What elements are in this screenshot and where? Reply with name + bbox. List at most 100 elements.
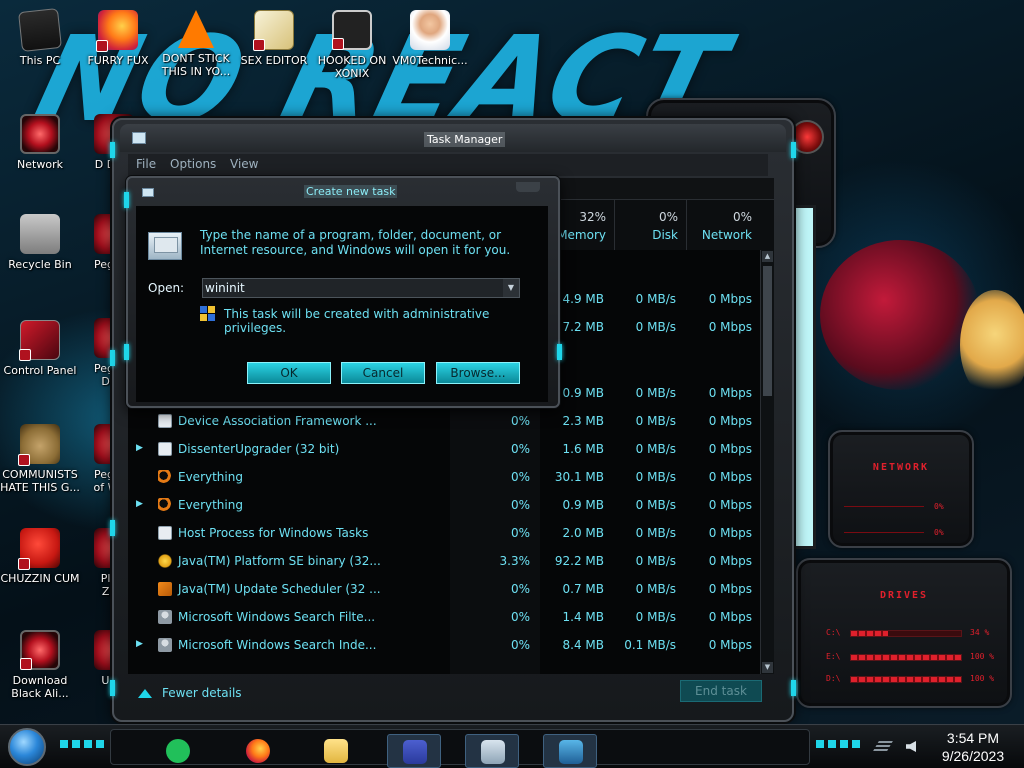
taskbar-item-run-dialog[interactable] <box>543 734 597 768</box>
dialog-titlebar[interactable]: Create new task <box>132 180 554 204</box>
network-graph-line <box>844 532 924 533</box>
table-row[interactable]: Java(TM) Update Scheduler (32 ... 0% 0.7… <box>128 576 760 604</box>
user-icon <box>158 638 172 652</box>
task-manager-footer: Fewer details End task <box>128 676 774 714</box>
disk-cell: 0.1 MB/s <box>624 638 676 652</box>
desktop-icon-furry-fux[interactable]: FURRY FUX <box>78 10 158 67</box>
technician-icon <box>410 10 450 50</box>
taskbar-item-file-explorer[interactable] <box>309 734 363 768</box>
shortcut-arrow-icon <box>19 349 31 361</box>
process-name: Host Process for Windows Tasks <box>178 526 369 540</box>
scroll-up-icon[interactable]: ▲ <box>762 251 773 262</box>
cpu-cell: 0% <box>510 638 530 652</box>
desktop-icon-hooked-on-xonix[interactable]: HOOKED ON XONIX <box>312 10 392 80</box>
scroll-down-icon[interactable]: ▼ <box>762 662 773 673</box>
network-cell: 0 Mbps <box>708 526 752 540</box>
taskbar-item-firefox[interactable] <box>231 734 285 768</box>
clock-date: 9/26/2023 <box>941 748 1005 764</box>
menu-file[interactable]: File <box>136 157 156 171</box>
run-program-icon <box>148 232 182 260</box>
close-icon[interactable] <box>516 182 540 192</box>
control-panel-icon <box>19 320 60 361</box>
process-name: Device Association Framework ... <box>178 414 377 428</box>
start-button[interactable] <box>8 728 46 766</box>
desktop-icon-this-pc[interactable]: This PC <box>0 8 80 67</box>
taskbar-item-sticky-notes[interactable] <box>151 734 205 768</box>
drive-usage-bar <box>850 676 962 683</box>
desktop-icon-sex-editor[interactable]: SEX EDITOR <box>234 10 314 67</box>
open-input[interactable] <box>205 280 497 296</box>
cpu-cell: 0% <box>510 470 530 484</box>
table-row[interactable]: ▶ Everything 0% 0.9 MB 0 MB/s 0 Mbps <box>128 492 760 520</box>
table-row[interactable]: Device Association Framework ... 0% 2.3 … <box>128 408 760 436</box>
desktop-icon-dont-stick[interactable]: DONT STICK THIS IN YO... <box>156 10 236 78</box>
shortcut-arrow-icon <box>96 40 108 52</box>
cancel-button[interactable]: Cancel <box>341 362 425 384</box>
process-name: Everything <box>178 470 243 484</box>
menu-view[interactable]: View <box>230 157 258 171</box>
create-new-task-dialog[interactable]: Create new task Type the name of a progr… <box>124 176 562 408</box>
network-icon <box>20 114 60 154</box>
dialog-title: Create new task <box>304 185 398 198</box>
network-percent: 0% <box>732 210 752 224</box>
memory-cell: 8.4 MB <box>562 638 604 652</box>
process-name: Java(TM) Update Scheduler (32 ... <box>178 582 381 596</box>
column-header-disk[interactable]: 0% Disk <box>614 200 686 250</box>
frame-accent <box>791 680 796 696</box>
network-gadget[interactable]: NETWORK 0% 0% <box>828 430 974 548</box>
column-header-network[interactable]: 0% Network <box>686 200 760 250</box>
network-gadget-value: 0% <box>934 528 944 537</box>
taskbar-decoration <box>816 740 862 748</box>
frame-accent <box>124 192 129 208</box>
frame-accent <box>791 142 796 158</box>
desktop-icon-label: This PC <box>19 54 61 67</box>
table-row[interactable]: Microsoft Windows Search Filte... 0% 1.4… <box>128 604 760 632</box>
drive-usage-label: 34 % <box>970 628 990 637</box>
chevron-down-icon[interactable]: ▼ <box>503 279 519 297</box>
browse-button[interactable]: Browse... <box>436 362 520 384</box>
fewer-details-button[interactable]: Fewer details <box>138 686 242 700</box>
this-pc-icon <box>18 8 62 52</box>
task-manager-icon <box>481 740 505 764</box>
network-cell: 0 Mbps <box>708 470 752 484</box>
ok-button[interactable]: OK <box>247 362 331 384</box>
firefox-icon <box>246 739 270 763</box>
scroll-thumb[interactable] <box>763 266 772 396</box>
java-update-icon <box>158 582 172 596</box>
expand-arrow-icon[interactable]: ▶ <box>136 443 143 453</box>
speaker-icon[interactable] <box>906 741 916 752</box>
task-manager-titlebar[interactable]: Task Manager <box>120 124 786 152</box>
table-row[interactable]: Java(TM) Platform SE binary (32... 3.3% … <box>128 548 760 576</box>
network-cell: 0 Mbps <box>708 292 752 306</box>
frame-accent <box>124 344 129 360</box>
desktop-icon-vm0technic[interactable]: VM0Technic... <box>390 10 470 67</box>
taskbar: 3:54 PM 9/26/2023 <box>0 724 1024 768</box>
memory-cell: 7.2 MB <box>562 320 604 334</box>
memory-cell: 2.0 MB <box>562 526 604 540</box>
cpu-cell: 0% <box>510 526 530 540</box>
taskbar-decoration <box>60 740 106 748</box>
table-row[interactable]: Host Process for Windows Tasks 0% 2.0 MB… <box>128 520 760 548</box>
menu-options[interactable]: Options <box>170 157 216 171</box>
table-row[interactable]: ▶ Microsoft Windows Search Inde... 0% 8.… <box>128 632 760 660</box>
expand-arrow-icon[interactable]: ▶ <box>136 639 143 649</box>
tray-overflow-icon[interactable] <box>873 741 893 751</box>
table-row[interactable]: ▶ DissenterUpgrader (32 bit) 0% 1.6 MB 0… <box>128 436 760 464</box>
taskbar-clock[interactable]: 3:54 PM 9/26/2023 <box>928 729 1018 765</box>
frame-accent <box>110 520 115 536</box>
taskbar-item-task-manager[interactable] <box>465 734 519 768</box>
open-combobox[interactable]: ▼ <box>202 278 520 298</box>
network-cell: 0 Mbps <box>708 554 752 568</box>
process-name: DissenterUpgrader (32 bit) <box>178 442 340 456</box>
process-list-scrollbar[interactable]: ▲ ▼ <box>760 250 774 674</box>
taskbar-item-card-app[interactable] <box>387 734 441 768</box>
expand-arrow-icon[interactable]: ▶ <box>136 499 143 509</box>
drive-letter: E:\ <box>826 652 841 661</box>
drive-letter: D:\ <box>826 674 841 683</box>
drives-gadget[interactable]: DRIVES C:\ 34 % E:\ 100 % D:\ 100 % <box>796 558 1012 708</box>
cpu-cell: 0% <box>510 442 530 456</box>
table-row[interactable]: Everything 0% 30.1 MB 0 MB/s 0 Mbps <box>128 464 760 492</box>
end-task-button[interactable]: End task <box>680 680 762 702</box>
user-icon <box>158 610 172 624</box>
disk-cell: 0 MB/s <box>635 526 676 540</box>
